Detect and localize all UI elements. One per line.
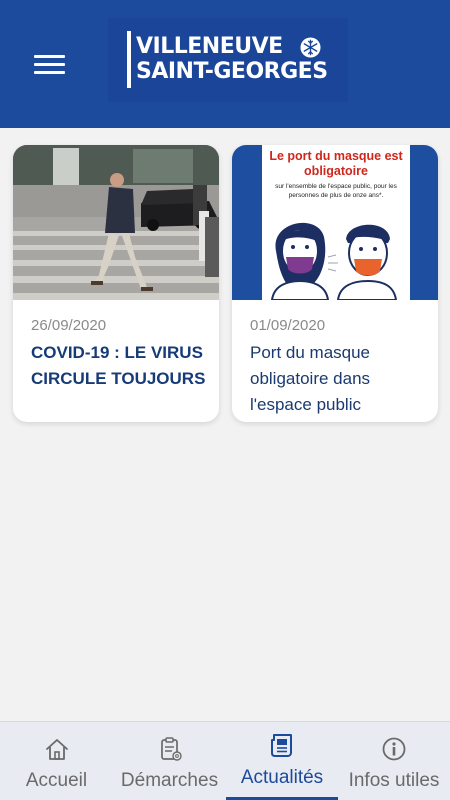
news-card[interactable]: 26/09/2020 COVID-19 : LE VIRUS CIRCULE T… [13, 145, 219, 422]
news-photo-street [13, 145, 219, 300]
news-list: 26/09/2020 COVID-19 : LE VIRUS CIRCULE T… [0, 128, 450, 438]
logo-text-line2: SAINT-GEORGES [136, 59, 328, 84]
menu-bar [34, 63, 65, 66]
app-header: VILLENEUVE SAINT-GEORGES [0, 0, 450, 128]
poster-title: Le port du masque est obligatoire [269, 149, 403, 178]
menu-bar [34, 55, 65, 58]
poster-frame [410, 145, 438, 300]
hamburger-menu-button[interactable] [30, 50, 70, 80]
nav-tab-accueil[interactable]: Accueil [0, 722, 113, 800]
news-title: Port du masque obligatoire dans l'espace… [250, 343, 371, 414]
news-poster-masque: Le port du masque est obligatoire sur l'… [232, 145, 438, 300]
news-title: COVID-19 : LE VIRUS CIRCULE TOUJOURS [31, 343, 206, 388]
poster-subtitle: sur l'ensemble de l'espace public, pour … [275, 183, 397, 199]
nav-label: Infos utiles [348, 770, 440, 791]
news-card[interactable]: Le port du masque est obligatoire sur l'… [232, 145, 438, 422]
nav-tab-actualites[interactable]: Actualités [226, 722, 338, 800]
logo-text-line1: VILLENEUVE [136, 34, 283, 59]
news-date: 01/09/2020 [250, 317, 326, 334]
clipboard-icon [160, 737, 182, 761]
info-icon [382, 737, 406, 761]
nav-label: Démarches [120, 770, 219, 791]
masked-faces-illustration [270, 222, 398, 300]
nav-label: Actualités [240, 767, 324, 788]
menu-bar [34, 71, 65, 74]
nav-label: Accueil [25, 770, 88, 791]
poster-frame [232, 145, 262, 300]
newspaper-icon [271, 734, 292, 757]
nav-tab-demarches[interactable]: Démarches [113, 722, 226, 800]
bottom-navigation: Accueil Démarches Actualités Infos utile… [0, 721, 450, 800]
home-icon [45, 739, 68, 760]
news-date: 26/09/2020 [31, 317, 107, 334]
logo-bar [127, 31, 131, 88]
nav-tab-infos-utiles[interactable]: Infos utiles [338, 722, 450, 800]
snowflake-icon [300, 37, 321, 58]
city-logo[interactable]: VILLENEUVE SAINT-GEORGES [108, 18, 348, 102]
